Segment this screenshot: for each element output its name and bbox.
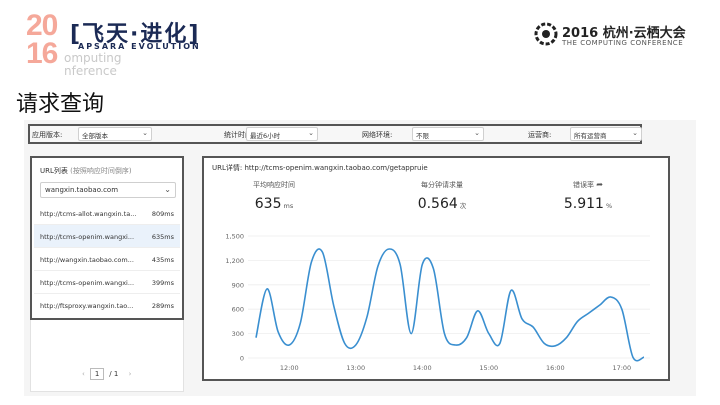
conference-subtitle: THE COMPUTING CONFERENCE — [562, 39, 684, 47]
url-list-item-url: http://wangxin.taobao.com... — [40, 256, 134, 264]
url-list-item[interactable]: http://wangxin.taobao.com... 435ms — [34, 248, 180, 271]
response-time-line — [255, 248, 645, 362]
carrier-select[interactable]: 所有运营商 ⌄ — [570, 127, 642, 141]
metric-unit: 次 — [459, 202, 467, 210]
apsara-logo: 20 16 [飞天·进化] APSARA EVOLUTION omputing … — [26, 9, 226, 78]
url-list-item[interactable]: http://tcms-allot.wangxin.ta... 809ms — [34, 202, 180, 225]
app-version-select[interactable]: 全部版本 ⌄ — [78, 127, 152, 141]
y-tick-label: 300 — [232, 330, 244, 338]
x-tick-label: 14:00 — [413, 364, 432, 372]
network-label: 网络环境: — [362, 131, 393, 139]
url-list-item-url: http://tcms-openim.wangxi... — [40, 233, 135, 241]
app-version-label: 应用版本: — [32, 131, 63, 139]
logo-computing-text: omputing nference — [64, 52, 122, 78]
y-tick-label: 0 — [240, 355, 244, 363]
chevron-down-icon: ⌄ — [142, 129, 148, 137]
carrier-value: 所有运营商 — [574, 132, 607, 140]
url-list-item-url: http://tcms-openim.wangxi... — [40, 279, 135, 287]
metric-unit: % — [605, 202, 613, 210]
page-separator: / — [109, 370, 112, 378]
page-total: 1 — [113, 370, 119, 378]
metric-value: 635 — [254, 196, 282, 212]
app-version-value: 全部版本 — [82, 132, 108, 140]
conference-mark-icon — [534, 22, 558, 46]
url-list-footer — [30, 320, 184, 392]
metric-unit: ms — [283, 202, 294, 210]
url-list-item[interactable]: http://tcms-openim.wangxi... 399ms — [34, 271, 180, 294]
chevron-down-icon: ⌄ — [308, 129, 314, 137]
url-list-item-url: http://ftsproxy.wangxin.tao... — [40, 302, 134, 310]
url-list: http://tcms-allot.wangxin.ta... 809ms ht… — [34, 202, 180, 317]
metric-value: 5.911 — [563, 196, 604, 212]
x-tick-label: 15:00 — [479, 364, 498, 372]
network-value: 不限 — [416, 132, 429, 140]
url-list-panel: URL列表 (按照响应时间倒序) wangxin.taobao.com ⌄ ht… — [30, 156, 184, 320]
page-title: 请求查询 — [16, 92, 105, 117]
logo-year-bottom: 16 — [26, 37, 58, 70]
network-select[interactable]: 不限 ⌄ — [412, 127, 484, 141]
url-list-item-selected[interactable]: http://tcms-openim.wangxi... 635ms — [34, 225, 180, 248]
carrier-label: 运营商: — [528, 131, 552, 139]
metric-value: 0.564 — [417, 196, 458, 212]
y-tick-label: 1,200 — [225, 257, 244, 265]
stat-time-value: 最近6小时 — [250, 132, 281, 140]
pagination: ‹ 1 / 1 › — [82, 368, 131, 380]
filter-bar: 应用版本: 全部版本 ⌄ 统计时间: 最近6小时 ⌄ 网络环境: 不限 ⌄ 运营… — [28, 124, 642, 144]
url-detail-title: URL详情: http://tcms-openim.wangxin.taobao… — [212, 164, 428, 172]
prev-page-button[interactable]: ‹ — [82, 370, 85, 378]
y-tick-label: 900 — [232, 281, 244, 289]
metric-avg-response: 平均响应时间 635 ms — [204, 180, 344, 212]
url-detail-panel: URL详情: http://tcms-openim.wangxin.taobao… — [202, 156, 670, 381]
url-list-item[interactable]: http://ftsproxy.wangxin.tao... 289ms — [34, 294, 180, 317]
y-tick-label: 600 — [232, 306, 244, 314]
response-time-chart: 0 300 600 900 1,200 1,500 12:00 13:00 14:00 15:00… — [225, 233, 650, 372]
x-tick-label: 12:00 — [280, 364, 299, 372]
url-list-item-ms: 635ms — [151, 233, 174, 241]
page-number-input[interactable]: 1 — [90, 368, 105, 380]
share-arrow-icon[interactable]: ➦ — [596, 180, 603, 189]
url-list-item-ms: 435ms — [151, 256, 174, 264]
domain-select[interactable]: wangxin.taobao.com ⌄ — [40, 182, 176, 198]
x-tick-label: 16:00 — [546, 364, 565, 372]
metric-label: 每分钟请求量 — [421, 181, 463, 189]
url-list-item-ms: 809ms — [151, 210, 174, 218]
next-page-button[interactable]: › — [129, 370, 132, 378]
logo-year-top: 20 — [26, 9, 58, 42]
metric-error-rate: 错误率 ➦ 5.911% — [518, 180, 658, 212]
stat-time-select[interactable]: 最近6小时 ⌄ — [246, 127, 318, 141]
domain-select-value: wangxin.taobao.com — [45, 186, 119, 194]
url-list-item-ms: 289ms — [151, 302, 174, 310]
logo-apsara-text: APSARA EVOLUTION — [78, 42, 201, 51]
y-tick-label: 1,500 — [225, 233, 244, 241]
metric-label: 平均响应时间 — [253, 181, 295, 189]
app-screenshot: 应用版本: 全部版本 ⌄ 统计时间: 最近6小时 ⌄ 网络环境: 不限 ⌄ 运营… — [24, 120, 696, 396]
url-list-subtitle: (按照响应时间倒序) — [70, 167, 132, 175]
x-tick-label: 17:00 — [612, 364, 631, 372]
chevron-down-icon: ⌄ — [164, 185, 171, 194]
x-tick-label: 13:00 — [346, 364, 365, 372]
metric-requests-per-minute: 每分钟请求量 0.564 次 — [372, 180, 512, 212]
url-list-item-ms: 399ms — [151, 279, 174, 287]
url-list-title: URL列表 (按照响应时间倒序) — [40, 166, 132, 176]
conference-logo: 2016 杭州·云栖大会 THE COMPUTING CONFERENCE — [534, 20, 694, 50]
logo-computing-line2: nference — [64, 64, 117, 78]
url-list-item-url: http://tcms-allot.wangxin.ta... — [40, 210, 136, 218]
metric-label: 错误率 — [573, 181, 595, 189]
url-list-title-text: URL列表 — [40, 167, 68, 175]
chevron-down-icon: ⌄ — [474, 129, 480, 137]
chevron-down-icon: ⌄ — [632, 129, 638, 137]
